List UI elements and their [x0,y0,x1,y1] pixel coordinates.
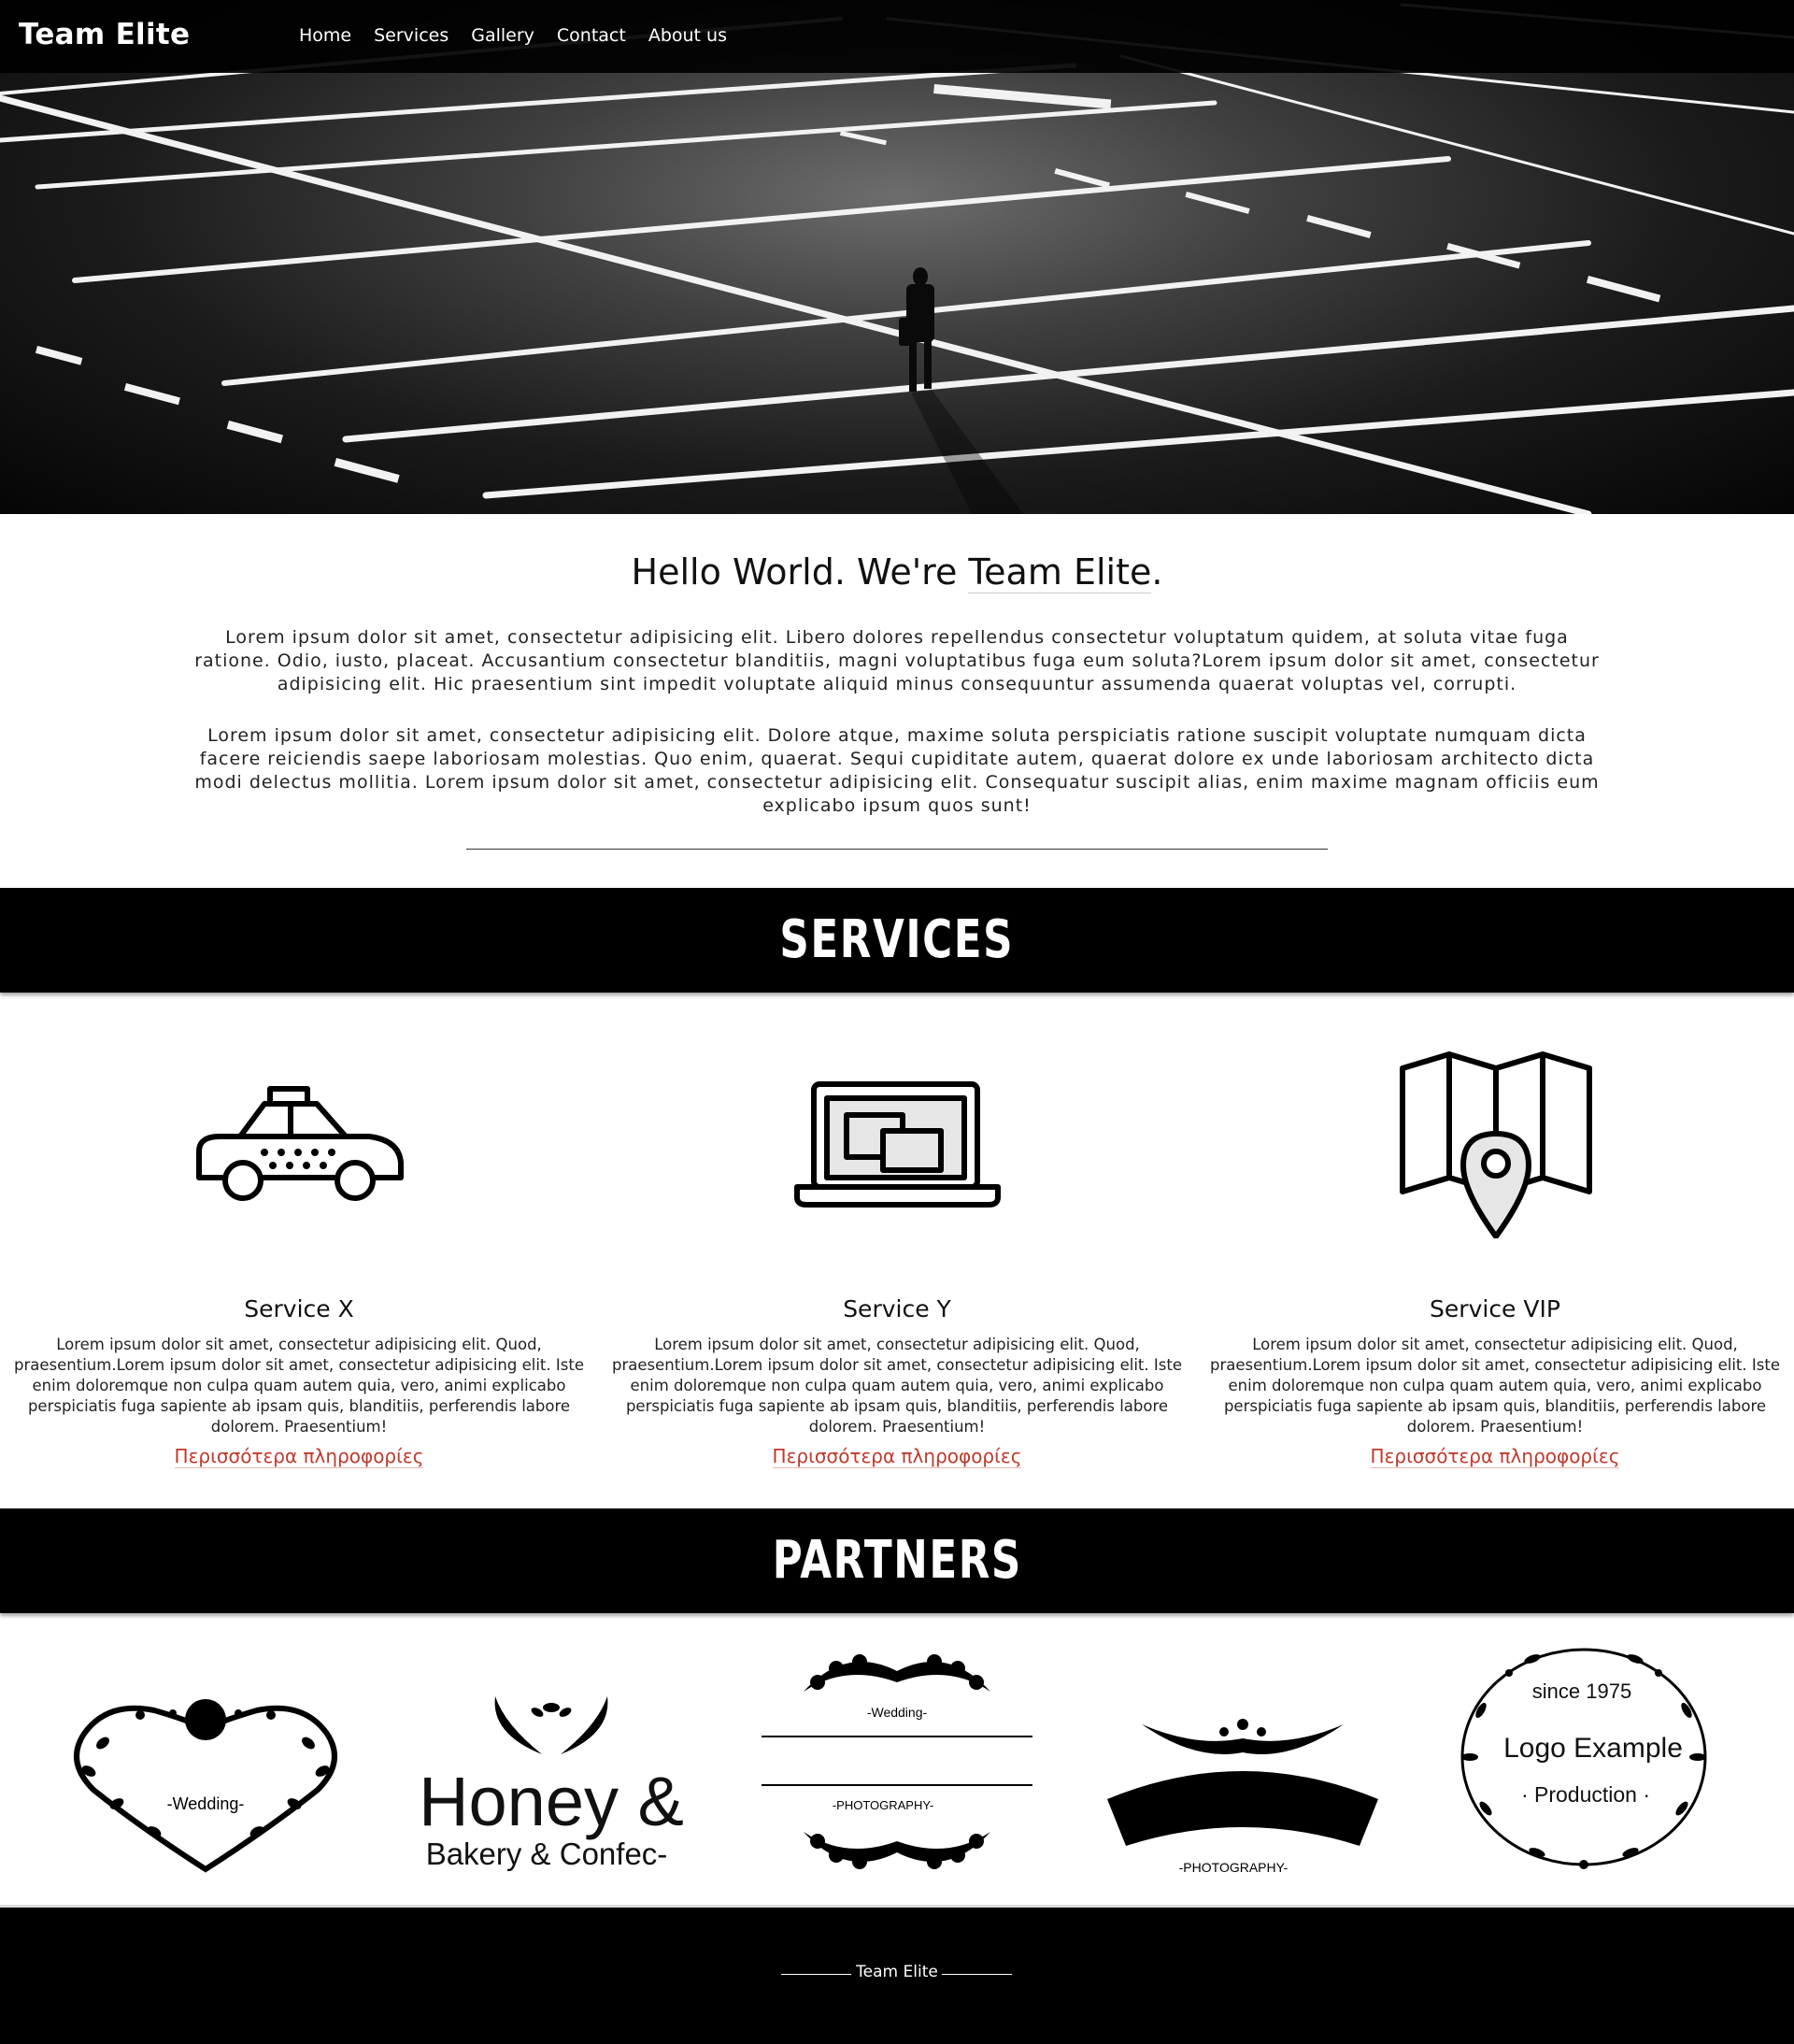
service-x-body: Lorem ipsum dolor sit amet, consectetur … [14,1336,584,1436]
partners-heading: PARTNERS [772,1530,1022,1591]
services-heading-band: SERVICES [0,888,1794,993]
laptop-icon [794,1081,1001,1208]
honey-bakery-logo-subtitle: Bakery & Confec- [426,1837,668,1871]
intro-heading-suffix: . [1151,551,1163,593]
nav-link-contact[interactable]: Contact [557,25,626,46]
service-vip-more-link[interactable]: Περισσότερα πληροφορίες [1196,1445,1794,1468]
honey-bakery-logo: Honey & Bakery & Confec- [419,1696,684,1871]
nav-menu: Home Services Gallery Contact About us [299,25,727,46]
top-navbar: Team Elite Home Services Gallery Contact… [0,0,1794,73]
wedding-photography-logo-top: -Wedding- [867,1705,928,1720]
wreath-logo: since 1975 Logo Example · Production · [1460,1648,1707,1869]
intro-paragraph-2: Lorem ipsum dolor sit amet, consectetur … [194,725,1600,816]
nav-link-home[interactable]: Home [299,25,351,46]
wedding-photography-logo: -Wedding- -PHOTOGRAPHY- [762,1654,1032,1869]
nav-link-about[interactable]: About us [648,25,727,46]
nav-link-services[interactable]: Services [374,25,448,46]
service-x-more-link[interactable]: Περισσότερα πληροφορίες [0,1445,598,1468]
wreath-logo-title: Logo Example [1503,1733,1683,1764]
footer-brand: Team Elite [856,1963,938,1981]
wreath-logo-since: since 1975 [1532,1680,1631,1703]
services-heading: SERVICES [779,909,1015,970]
map-pin-icon [1400,1051,1592,1238]
service-y-more-link-label[interactable]: Περισσότερα πληροφορίες [772,1445,1022,1468]
parking-lot-image [0,3,1794,514]
intro-heading-highlight: Team Elite [968,551,1152,593]
honey-bakery-logo-title: Honey & [419,1763,684,1840]
intro-paragraph-1: Lorem ipsum dolor sit amet, consectetur … [194,627,1600,694]
wreath-logo-production: · Production · [1521,1782,1650,1807]
wedding-photography-logo-bottom: -PHOTOGRAPHY- [833,1798,933,1812]
service-x-more-link-label[interactable]: Περισσότερα πληροφορίες [174,1445,424,1468]
nav-link-gallery[interactable]: Gallery [471,25,534,46]
service-y-title: Service Y [843,1295,951,1322]
service-vip-body: Lorem ipsum dolor sit amet, consectetur … [1210,1336,1780,1436]
taxi-icon [196,1086,404,1201]
ribbon-photography-logo: -PHOTOGRAPHY- [1107,1719,1378,1875]
ribbon-photography-logo-text: -PHOTOGRAPHY- [1179,1860,1289,1875]
brand-logo[interactable]: Team Elite [19,18,190,51]
intro-heading: Hello World. We're Team Elite. [0,551,1794,593]
intro-divider [466,849,1328,850]
service-vip-title: Service VIP [1430,1295,1560,1322]
service-y-body: Lorem ipsum dolor sit amet, consectetur … [612,1336,1182,1436]
intro-heading-prefix: Hello World. We're [631,551,969,593]
wedding-heart-logo-text: -Wedding- [167,1794,245,1813]
partners-heading-band: PARTNERS [0,1508,1794,1613]
hero-image [0,0,1794,514]
service-y-more-link[interactable]: Περισσότερα πληροφορίες [598,1445,1196,1468]
service-x-title: Service X [244,1295,354,1322]
service-vip-more-link-label[interactable]: Περισσότερα πληροφορίες [1370,1445,1620,1468]
wedding-heart-logo: -Wedding- [74,1699,337,1873]
